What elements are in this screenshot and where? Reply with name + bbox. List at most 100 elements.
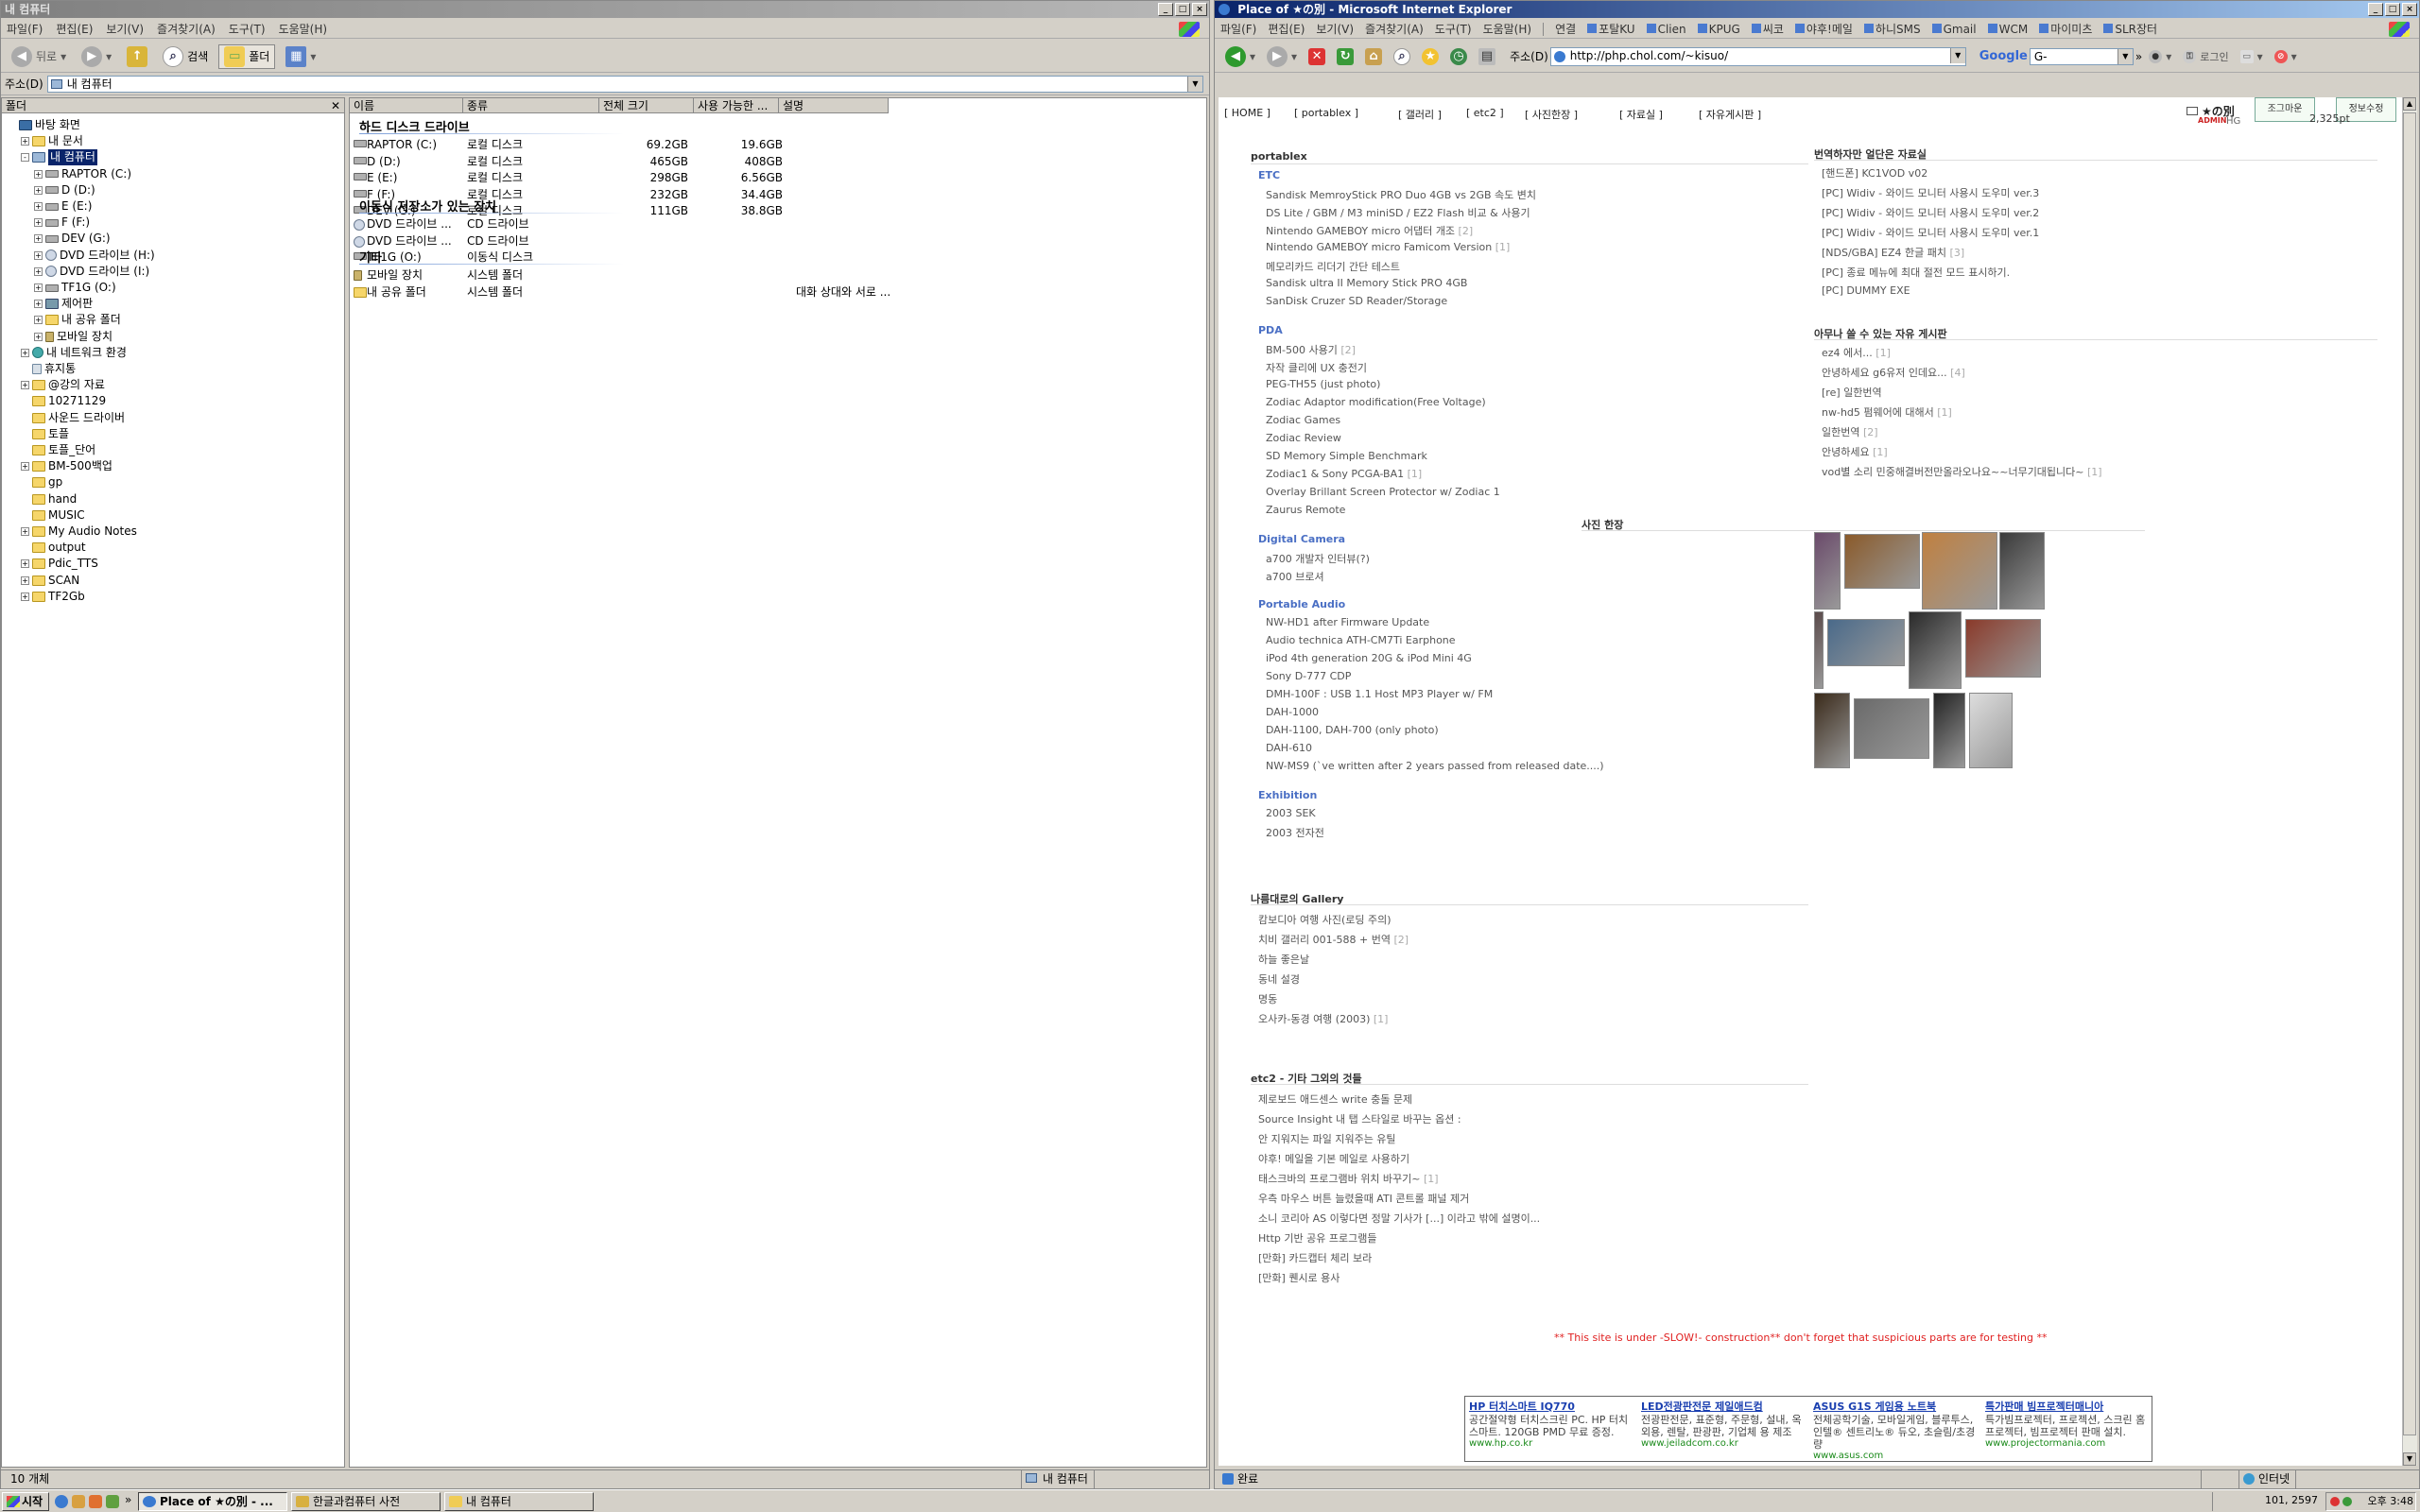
search-button[interactable]: ⌕ 검색 (158, 44, 213, 69)
file-list-row[interactable]: E (E:) 로컬 디스크 298GB 6.56GB (354, 169, 1204, 186)
expand-toggle-icon[interactable]: + (34, 266, 43, 276)
menu-view[interactable]: 보기(V) (106, 21, 144, 37)
tree-item[interactable]: + DEV (G:) (34, 231, 111, 247)
link-slr-market[interactable]: SLR장터 (2103, 21, 2157, 37)
tray-clock[interactable]: 오후 3:48 (2368, 1493, 2415, 1510)
photo-thumbnail[interactable] (1814, 532, 1841, 610)
ad-title[interactable]: 특가판매 빔프로젝터매니아 (1985, 1399, 2152, 1414)
post-link[interactable]: Sandisk ultra II Memory Stick PRO 4GB (1266, 277, 1467, 289)
post-link[interactable]: DAH-1100, DAH-700 (only photo) (1266, 724, 1439, 736)
category-title[interactable]: Exhibition (1258, 789, 1317, 801)
post-link[interactable]: NW-MS9 (`ve written after 2 years passed… (1266, 760, 1604, 772)
post-link[interactable]: [PC] 종료 메뉴에 최대 절전 모드 표시하기. (1822, 265, 2010, 280)
explorer-titlebar[interactable]: 내 컴퓨터 _ □ × (1, 1, 1209, 18)
tree-item[interactable]: output (21, 540, 86, 556)
tool-button-1[interactable]: ▭ ▾ (2236, 44, 2268, 69)
post-link[interactable]: [만화] 퀜시로 용사 (1258, 1270, 1340, 1285)
link-yahoo-mail[interactable]: 야후!메일 (1794, 21, 1853, 37)
file-list-row[interactable]: 내 공유 폴더 시스템 폴더 대화 상대와 서로 ... (354, 284, 1204, 301)
url-input[interactable]: http://php.chol.com/~kisuo/ ▼ (1549, 46, 1966, 66)
chevron-more-icon[interactable]: » (2135, 50, 2142, 63)
nav-link[interactable]: [ 자료실 ] (1619, 107, 1663, 122)
file-list-row[interactable]: DVD 드라이브 ... CD 드라이브 (354, 215, 1204, 232)
visit-button[interactable]: 조그마운 (2255, 97, 2315, 122)
tree-item[interactable]: + 모바일 장치 (34, 329, 112, 345)
nav-link[interactable]: [ portablex ] (1294, 107, 1358, 119)
post-link[interactable]: 자작 클리에 UX 충전기 (1266, 360, 1367, 375)
post-link[interactable]: 야후! 메일을 기본 메일로 사용하기 (1258, 1151, 1409, 1166)
tree-item[interactable]: + BM-500백업 (21, 458, 112, 474)
post-link[interactable]: a700 브로셔 (1266, 569, 1324, 584)
folders-button[interactable]: ▭ 폴더 (218, 43, 276, 69)
photo-thumbnail[interactable] (1909, 611, 1962, 689)
tree-item[interactable]: MUSIC (21, 507, 85, 524)
post-link[interactable]: 치비 갤러리 001-588 + 번역 [2] (1258, 932, 1409, 947)
tree-item[interactable]: + DVD 드라이브 (I:) (34, 264, 149, 280)
post-link[interactable]: nw-hd5 펌웨어에 대해서 [1] (1822, 404, 1952, 420)
column-total-size[interactable]: 전체 크기 (599, 98, 694, 113)
link-mymits[interactable]: 마이미츠 (2039, 21, 2092, 37)
start-button[interactable]: 시작 (2, 1492, 49, 1511)
tray-icon[interactable] (2330, 1497, 2340, 1506)
tree-item[interactable]: + TF1G (O:) (34, 280, 116, 296)
post-link[interactable]: DAH-1000 (1266, 706, 1319, 718)
ad-url[interactable]: www.jeiladcom.co.kr (1641, 1438, 1807, 1449)
photo-thumbnail[interactable] (1969, 693, 2013, 768)
menu-tools[interactable]: 도구(T) (229, 21, 266, 37)
tree-item[interactable]: 토플 (21, 426, 69, 442)
expand-toggle-icon[interactable]: + (21, 462, 29, 472)
google-dropdown-button[interactable]: ▼ (2117, 48, 2133, 64)
post-link[interactable]: Sandisk MemroyStick PRO Duo 4GB vs 2GB 속… (1266, 187, 1536, 202)
ad-title[interactable]: ASUS G1S 게임용 노트북 (1813, 1399, 1979, 1414)
post-link[interactable]: 안녕하세요 [1] (1822, 444, 1888, 459)
scroll-thumb[interactable] (2403, 112, 2416, 1435)
post-link[interactable]: DS Lite / GBM / M3 miniSD / EZ2 Flash 비교… (1266, 205, 1530, 220)
ad-item[interactable]: LED전광판전문 제일애드컴 전광판전문, 표준형, 주문형, 설내, 옥외용, … (1641, 1399, 1807, 1449)
expand-toggle-icon[interactable]: + (34, 218, 43, 228)
post-link[interactable]: [PC] Widiv - 와이드 모니터 사용시 도우미 ver.1 (1822, 225, 2039, 240)
address-dropdown-button[interactable]: ▼ (1187, 76, 1202, 92)
expand-toggle-icon[interactable]: + (34, 250, 43, 260)
forward-button[interactable]: ▶ ▾ (1262, 44, 1302, 69)
task-my-computer[interactable]: 내 컴퓨터 (444, 1492, 594, 1511)
tree-item[interactable]: + TF2Gb (21, 589, 85, 605)
photo-thumbnail[interactable] (1922, 532, 1997, 610)
tree-item[interactable]: 바탕 화면 (8, 117, 80, 133)
options-button[interactable]: ● ▾ (2144, 44, 2176, 69)
post-link[interactable]: Zodiac Games (1266, 414, 1340, 426)
link-honey-sms[interactable]: 하니SMS (1863, 21, 1921, 37)
post-link[interactable]: [만화] 카드캡터 체리 보라 (1258, 1250, 1372, 1265)
post-link[interactable]: SD Memory Simple Benchmark (1266, 450, 1427, 462)
close-button[interactable]: × (2402, 3, 2417, 16)
nav-link[interactable]: [ etc2 ] (1466, 107, 1504, 119)
scroll-up-arrow[interactable]: ▲ (2403, 97, 2416, 111)
maximize-button[interactable]: □ (1175, 3, 1190, 16)
stop-button[interactable]: ✕ (1304, 44, 1330, 69)
post-link[interactable]: [NDS/GBA] EZ4 한글 패치 [3] (1822, 245, 1964, 260)
expand-toggle-icon[interactable]: + (34, 185, 43, 195)
photo-thumbnail[interactable] (1844, 534, 1920, 589)
photo-thumbnail[interactable] (1999, 532, 2045, 610)
tree-item[interactable]: + DVD 드라이브 (H:) (34, 248, 155, 264)
task-dictionary[interactable]: 한글과컴퓨터 사전 (291, 1492, 441, 1511)
expand-toggle-icon[interactable]: + (21, 137, 29, 146)
post-link[interactable]: Nintendo GAMEBOY micro 어댑터 개조 [2] (1266, 223, 1473, 238)
tree-item[interactable]: + 내 공유 폴더 (34, 312, 121, 328)
google-search-input[interactable]: G- ▼ (2029, 47, 2134, 65)
link-clien[interactable]: Clien (1646, 23, 1686, 36)
tray-icon[interactable] (2342, 1497, 2352, 1506)
menu-edit[interactable]: 편집(E) (56, 21, 93, 37)
column-name[interactable]: 이름 (350, 98, 463, 113)
quicklaunch-icon[interactable] (72, 1495, 85, 1508)
menu-favorites[interactable]: 즐겨찾기(A) (157, 21, 216, 37)
tree-item[interactable]: + Pdic_TTS (21, 556, 98, 572)
link-kpug[interactable]: KPUG (1697, 23, 1740, 36)
tree-item[interactable]: + 제어판 (34, 296, 93, 312)
nav-link[interactable]: [ HOME ] (1224, 107, 1270, 119)
file-list-row[interactable]: D (D:) 로컬 디스크 465GB 408GB (354, 153, 1204, 170)
post-link[interactable]: [PC] Widiv - 와이드 모니터 사용시 도우미 ver.2 (1822, 205, 2039, 220)
post-link[interactable]: Sony D-777 CDP (1266, 670, 1351, 682)
quicklaunch-icon[interactable] (89, 1495, 102, 1508)
file-list-row[interactable]: 모바일 장치 시스템 폴더 (354, 266, 1204, 284)
post-link[interactable]: [PC] DUMMY EXE (1822, 284, 1910, 297)
